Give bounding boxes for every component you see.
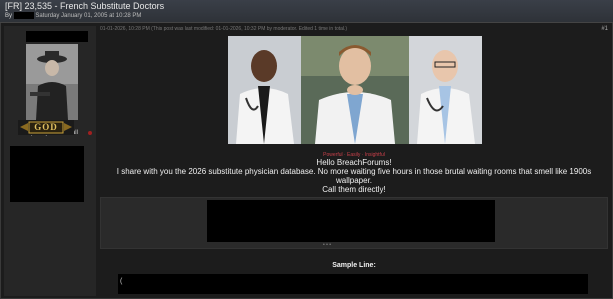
doctor-photo-1: [228, 36, 301, 144]
hidden-content-redaction[interactable]: [207, 200, 495, 242]
hidden-content-dots: • • •: [323, 242, 332, 248]
avatar[interactable]: [26, 44, 78, 120]
post-meta-text: 01-01-2026, 10:28 PM (This post was last…: [100, 26, 348, 32]
thread-title: [FR] 23,535 - French Substitute Doctors: [5, 1, 165, 11]
author-redaction[interactable]: [13, 12, 34, 19]
thread-header: [FR] 23,535 - French Substitute Doctors …: [0, 0, 613, 23]
post-meta: 01-01-2026, 10:28 PM (This post was last…: [100, 26, 608, 36]
doctor-photos: [228, 36, 482, 144]
by-label: By: [5, 13, 13, 20]
post-body-line-2: Call them directly!: [322, 185, 386, 194]
doctor-photo-3: [409, 36, 482, 144]
author-line: By Saturday January 01, 2005 at 10:28 PM: [5, 12, 141, 19]
status-dot-icon: [88, 131, 92, 135]
sample-line-caret: (: [120, 278, 123, 285]
username-redaction[interactable]: [26, 31, 88, 42]
badge-label: GOD: [34, 122, 58, 132]
post-body-line-1: I share with you the 2026 substitute phy…: [116, 167, 592, 185]
post-body: I share with you the 2026 substitute phy…: [100, 167, 608, 194]
god-badge: GOD: [18, 120, 74, 135]
greeting: Hello BreachForums!: [316, 158, 392, 167]
avatar-image: [26, 44, 78, 120]
hidden-content-box: • • •: [100, 197, 608, 249]
sample-line-title: Sample Line:: [332, 262, 376, 269]
post-number[interactable]: #1: [601, 26, 608, 32]
doctor-photo-2: [301, 36, 409, 144]
signature-redaction: [10, 146, 84, 202]
sample-line-box[interactable]: [118, 274, 588, 294]
thread-date: Saturday January 01, 2005 at 10:28 PM: [35, 13, 142, 20]
